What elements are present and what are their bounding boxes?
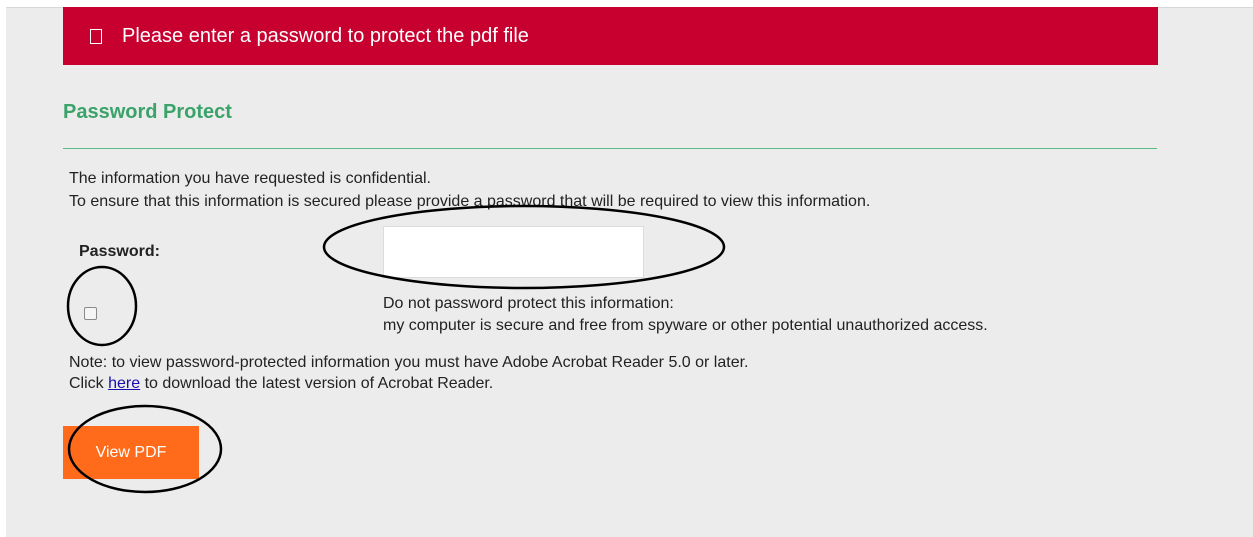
no-protect-label-line-2: my computer is secure and free from spyw… [383,317,988,334]
no-protect-checkbox[interactable] [84,307,97,320]
download-link[interactable]: here [108,375,140,392]
info-text-line-2: To ensure that this information is secur… [69,193,871,210]
note-text-line-1: Note: to view password-protected informa… [69,354,749,371]
note-prefix: Click [69,375,109,392]
note-suffix: to download the latest version of Acroba… [140,375,494,392]
view-pdf-button[interactable]: View PDF [63,426,199,479]
section-title: Password Protect [63,101,232,123]
password-label: Password: [79,243,160,260]
info-text-line-1: The information you have requested is co… [69,170,431,187]
no-protect-label-line-1: Do not password protect this information… [383,295,674,312]
alert-banner: Please enter a password to protect the p… [63,7,1158,65]
password-input[interactable] [383,226,644,278]
square-icon [90,28,102,44]
note-text-line-2: Click here to download the latest versio… [69,374,493,394]
alert-message: Please enter a password to protect the p… [122,24,529,47]
section-divider [63,148,1157,149]
